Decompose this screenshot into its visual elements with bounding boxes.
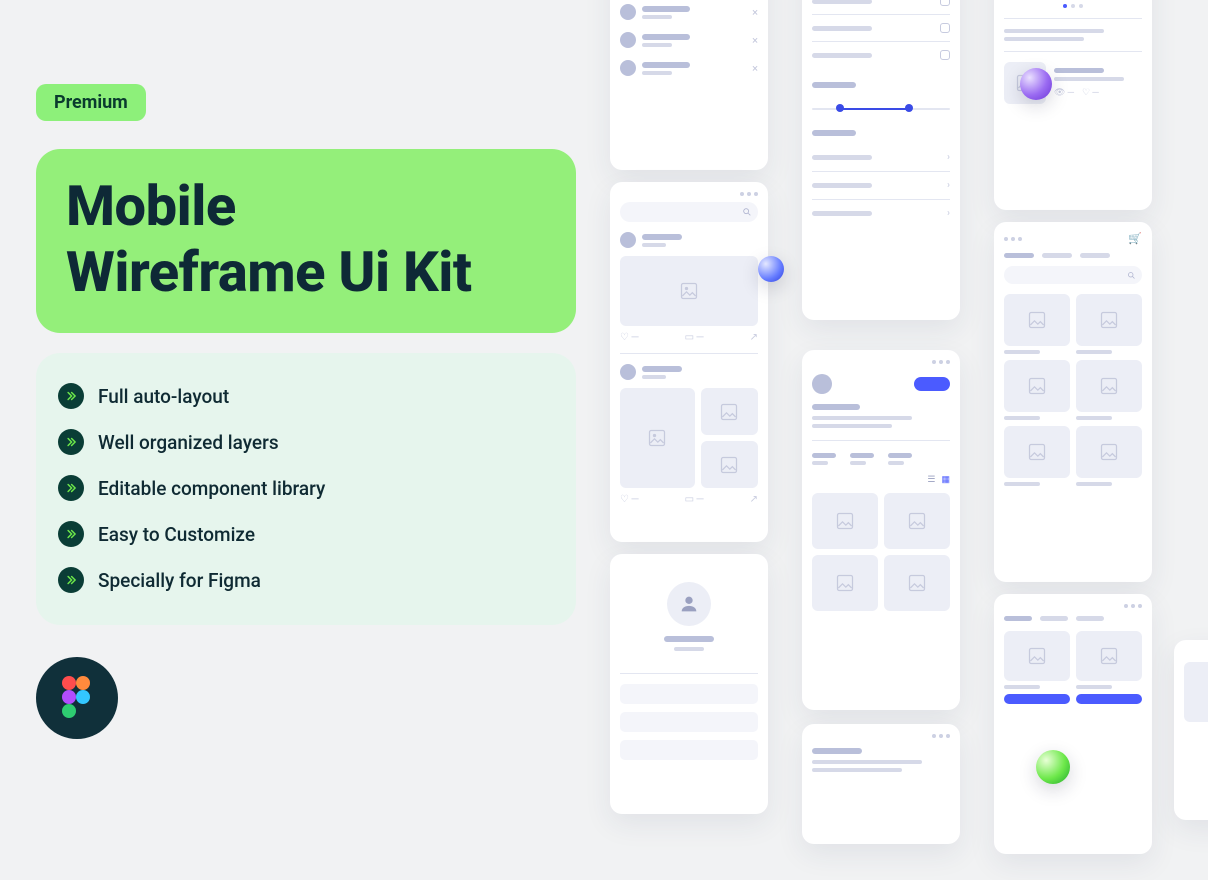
figma-icon — [60, 675, 94, 721]
feature-label: Full auto-layout — [98, 385, 229, 408]
bullet-icon — [58, 567, 84, 593]
mockup-profile — [610, 554, 768, 814]
range-slider — [812, 104, 950, 114]
decorative-orb-blue — [758, 256, 784, 282]
mockup-edge — [1174, 640, 1208, 820]
mockup-feed: ♡ ─▭ ─↗ ♡ ─▭ ─↗ — [610, 182, 768, 542]
feature-item: Full auto-layout — [58, 373, 554, 419]
grid-view-icon: ▦ — [941, 475, 950, 485]
mockup-contact-list: × × × × — [610, 0, 768, 170]
mockup-gallery: 🛒 — [994, 222, 1152, 582]
premium-badge: Premium — [36, 84, 146, 121]
search-icon — [742, 207, 752, 217]
chevron-right-icon: › — [947, 152, 950, 163]
feature-item: Well organized layers — [58, 419, 554, 465]
feature-label: Well organized layers — [98, 431, 279, 454]
decorative-orb-green — [1036, 750, 1070, 784]
share-icon: ↗ — [750, 332, 758, 343]
bullet-icon — [58, 429, 84, 455]
list-view-icon: ☰ — [927, 475, 935, 485]
mockup-profile-grid: ☰▦ — [802, 350, 960, 710]
mockup-settings: › › › — [802, 0, 960, 320]
user-avatar-icon — [667, 582, 711, 626]
feature-label: Specially for Figma — [98, 569, 261, 592]
decorative-orb-purple — [1020, 68, 1052, 100]
feature-label: Easy to Customize — [98, 523, 255, 546]
bullet-icon — [58, 475, 84, 501]
bullet-icon — [58, 521, 84, 547]
title-line-1: Mobile — [66, 173, 236, 239]
features-card: Full auto-layout Well organized layers E… — [36, 353, 576, 625]
mockup-text — [802, 724, 960, 844]
feature-item: Specially for Figma — [58, 557, 554, 603]
eye-icon: 👁 ─ — [1054, 87, 1074, 98]
figma-logo-badge — [36, 657, 118, 739]
image-placeholder-icon — [679, 281, 699, 301]
mockup-shop — [994, 594, 1152, 854]
info-panel: Premium Mobile Wireframe Ui Kit Full aut… — [36, 84, 576, 739]
cart-icon: 🛒 — [1128, 232, 1142, 245]
heart-icon: ♡ ─ — [620, 332, 639, 343]
feature-item: Easy to Customize — [58, 511, 554, 557]
comment-icon: ▭ ─ — [685, 332, 704, 343]
title-card: Mobile Wireframe Ui Kit — [36, 149, 576, 333]
title-line-2: Wireframe Ui Kit — [66, 239, 472, 305]
feature-item: Editable component library — [58, 465, 554, 511]
mockup-product-card: ♡ 👁 ─♡ ─ — [994, 0, 1152, 210]
product-title: Mobile Wireframe Ui Kit — [66, 173, 546, 305]
bullet-icon — [58, 383, 84, 409]
mockup-cluster: × × × × ♡ ─ ▭ ─ ↗ — [590, 0, 1208, 880]
feature-label: Editable component library — [98, 477, 325, 500]
